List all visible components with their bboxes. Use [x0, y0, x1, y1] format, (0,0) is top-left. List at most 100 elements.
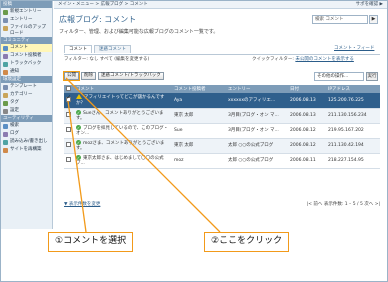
row-checkbox[interactable] [66, 112, 71, 118]
sidebar-item-templates[interactable]: テンプレート [1, 83, 52, 91]
commenter-icon [3, 53, 8, 59]
search-button[interactable]: ▶ [369, 15, 378, 24]
published-status-icon: ✓ [76, 109, 81, 115]
breadcrumb[interactable]: メイン・メニュー > 広報ブログ > コメント [58, 2, 148, 7]
page-size-link[interactable]: ▼ 表示件数を変更 [64, 202, 100, 207]
header-ip[interactable]: IPアドレス [326, 85, 380, 93]
sidebar-item-tags[interactable]: タグ [1, 99, 52, 107]
ip-cell: 218.227.154.95 [326, 153, 380, 169]
table-row[interactable]: ✓ Sueさん、コメントありがとうございます。 東京 太郎 3月目(ブログ・オン … [64, 108, 380, 124]
entry-cell[interactable]: 太郎 ○○の公式ブログ [226, 153, 288, 169]
ip-cell: 211.130.42.194 [326, 138, 380, 154]
comment-text[interactable]: Sueさん、コメントありがとうございます。 [76, 111, 163, 122]
author-cell[interactable]: Sue [172, 123, 226, 139]
author-cell[interactable]: Aya [172, 93, 226, 109]
entry-cell[interactable]: 3月目(ブログ・オン マ... [226, 123, 288, 139]
log-icon [3, 131, 8, 137]
author-cell[interactable]: 東京 太郎 [172, 138, 226, 154]
table-header: コメント コメント投稿者 エントリー 日付 IPアドレス [64, 85, 380, 93]
sidebar-item-entries[interactable]: エントリー [1, 16, 52, 24]
sidebar-item-label: エントリー [10, 17, 33, 22]
comment-cell[interactable]: ✓ ブログを拝見しているので、このブログ・オン... [74, 123, 172, 139]
comment-text[interactable]: 東京太郎さま、はじめまして〇〇の公式ブ... [76, 156, 164, 167]
header-author[interactable]: コメント投稿者 [172, 85, 226, 93]
entry-cell[interactable]: xxxxxxのアフィリエ... [226, 93, 288, 109]
comment-feed-link[interactable]: コメント・フィード [334, 45, 374, 51]
table-row[interactable]: ✓ ブログを拝見しているので、このブログ・オン... Sue 3月目(ブログ・オン… [64, 123, 380, 139]
select-all-header[interactable] [64, 85, 74, 93]
sidebar-section-post: 投稿 [1, 1, 52, 8]
sidebar-item-import-export[interactable]: 読み込み/書き出し [1, 138, 52, 146]
sidebar-item-label: トラックバック [10, 61, 42, 66]
row-checkbox[interactable] [66, 157, 71, 163]
date-cell: 2006.08.12 [288, 123, 326, 139]
header-date[interactable]: 日付 [288, 85, 326, 93]
row-checkbox[interactable] [66, 142, 71, 148]
sidebar-item-upload[interactable]: ファイルのアップロード [1, 24, 52, 37]
row-checkbox[interactable] [66, 95, 71, 102]
sidebar-item-new-entry[interactable]: 新規エントリー [1, 8, 52, 16]
sidebar-item-notify[interactable]: 通知 [1, 68, 52, 76]
sidebar-item-commenters[interactable]: コメント投稿者 [1, 52, 52, 60]
header-entry[interactable]: エントリー [226, 85, 288, 93]
sidebar-item-categories[interactable]: カテゴリー [1, 91, 52, 99]
pager-nav[interactable]: |< 前へ 表示件数: 1 – 5 / 5 次へ >| [307, 201, 380, 207]
author-cell[interactable]: 東京 太郎 [172, 108, 226, 124]
row-checkbox-cell[interactable] [64, 108, 74, 124]
tab-spam[interactable]: 迷惑コメント [94, 45, 131, 53]
entry-cell[interactable]: 3月目(ブログ・オン マ... [226, 108, 288, 124]
table-row[interactable]: アフィリエイトってどこが儲かるんですか？ Aya xxxxxxのアフィリエ...… [64, 93, 380, 109]
comment-cell[interactable]: ✓ 東京太郎さま、はじめまして〇〇の公式ブ... [74, 153, 172, 169]
comment-text[interactable]: ブログを拝見しているので、このブログ・オン... [76, 126, 168, 137]
row-checkbox-cell[interactable] [64, 153, 74, 169]
ip-cell: 125.200.76.225 [326, 93, 380, 109]
row-checkbox-cell[interactable] [64, 138, 74, 154]
sidebar-item-trackbacks[interactable]: トラックバック [1, 60, 52, 68]
sidebar-item-label: 検索 [10, 123, 19, 128]
ip-cell: 219.95.167.202 [326, 123, 380, 139]
entry-cell[interactable]: 太郎 ○○の公式ブログ [226, 138, 288, 154]
table-row[interactable]: ✓ 東京太郎さま、はじめまして〇〇の公式ブ... moz 太郎 ○○の公式ブログ … [64, 153, 380, 169]
sidebar-item-label: コメント [10, 45, 28, 50]
sidebar-item-label: 新規エントリー [10, 9, 42, 14]
more-actions-select[interactable]: その他の操作... [314, 72, 364, 81]
sidebar-item-label: 設定 [10, 108, 19, 113]
tab-comments[interactable]: コメント [64, 45, 92, 53]
author-cell[interactable]: moz [172, 153, 226, 169]
sidebar-section-community: コミュニティ [1, 37, 52, 44]
sidebar-item-comments[interactable]: コメント [1, 44, 52, 52]
comment-cell[interactable]: アフィリエイトってどこが儲かるんですか？ [74, 93, 172, 109]
sidebar-item-search[interactable]: 検索 [1, 122, 52, 130]
entries-icon [3, 17, 8, 23]
delete-button[interactable]: 削除 [81, 72, 96, 80]
search-input[interactable]: 検索 コメント [312, 15, 368, 24]
gear-icon [3, 108, 8, 114]
support-link[interactable]: サポを確認 ▶ [356, 1, 383, 9]
ip-cell: 211.130.156.234 [326, 108, 380, 124]
row-checkbox-cell[interactable] [64, 123, 74, 139]
import-export-icon [3, 139, 8, 145]
comment-text[interactable]: アフィリエイトってどこが儲かるんですか？ [76, 95, 164, 106]
category-icon [3, 92, 8, 98]
run-button[interactable]: 実行 [366, 72, 378, 81]
header-comment[interactable]: コメント [74, 85, 172, 93]
sidebar-item-log[interactable]: ログ [1, 130, 52, 138]
sidebar-item-label: ファイルのアップロード [10, 25, 46, 36]
publish-button[interactable]: 公開 [63, 71, 80, 81]
row-checkbox-cell[interactable] [64, 93, 74, 109]
comment-text[interactable]: mozさま、コメントありがとうございます。 [76, 141, 164, 152]
select-all-checkbox[interactable] [66, 86, 71, 91]
pagination: ▼ 表示件数を変更 |< 前へ 表示件数: 1 – 5 / 5 次へ >| [64, 201, 380, 207]
table-row[interactable]: ✓ mozさま、コメントありがとうございます。 東京 太郎 太郎 ○○の公式ブログ… [64, 138, 380, 154]
filter-value[interactable]: なし すべて (編集を変更する) [89, 57, 149, 62]
comment-cell[interactable]: ✓ Sueさん、コメントありがとうございます。 [74, 108, 172, 124]
quick-filter-link[interactable]: 未公開のコメントを表示する [295, 57, 354, 62]
spam-button[interactable]: 迷惑コメント/トラックバック [98, 72, 164, 80]
row-checkbox[interactable] [66, 127, 71, 133]
comment-cell[interactable]: ✓ mozさま、コメントありがとうございます。 [74, 138, 172, 154]
sidebar-item-settings[interactable]: 設定 [1, 107, 52, 115]
action-bar: 公開 削除 迷惑コメント/トラックバック [63, 71, 166, 81]
rebuild-icon [3, 147, 8, 153]
comments-table: コメント コメント投稿者 エントリー 日付 IPアドレス アフィリエイトってどこ… [64, 85, 380, 169]
sidebar-item-rebuild[interactable]: サイトを再構築 [1, 146, 52, 154]
